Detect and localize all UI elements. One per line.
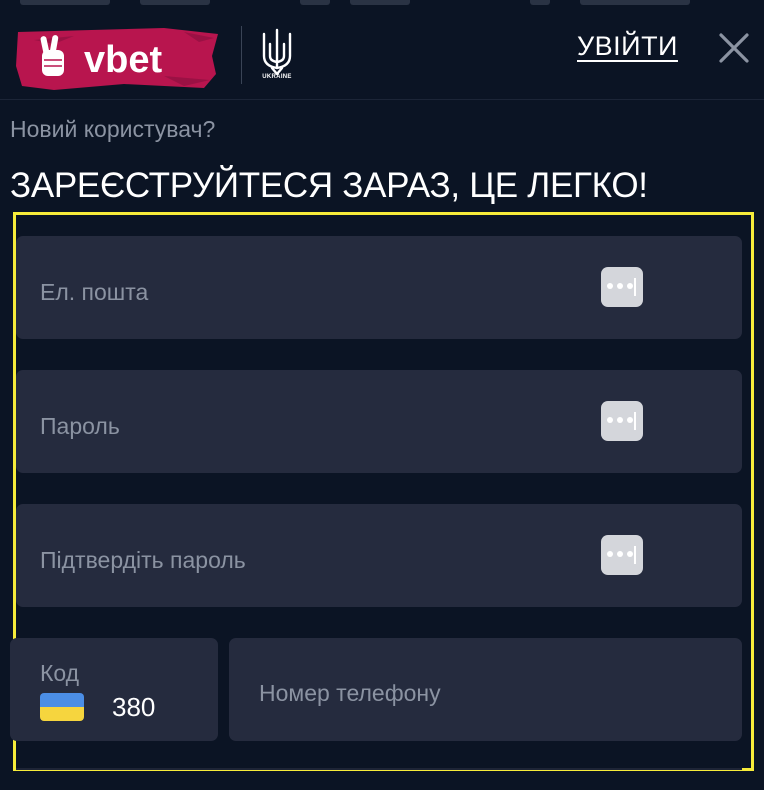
- phone-code-select[interactable]: Код 380: [10, 638, 218, 741]
- confirm-password-field[interactable]: Підтвердіть пароль: [16, 504, 742, 607]
- registration-page: vbet UKRAINE УВІЙТИ Новий користувач? ЗА…: [0, 0, 764, 790]
- phone-number-placeholder: Номер телефону: [259, 680, 441, 706]
- login-link[interactable]: УВІЙТИ: [577, 31, 678, 62]
- password-field[interactable]: Пароль: [16, 370, 742, 473]
- email-field[interactable]: Ел. пошта: [16, 236, 742, 339]
- password-manager-icon[interactable]: [601, 535, 643, 575]
- phone-code-value: 380: [112, 692, 156, 722]
- svg-text:vbet: vbet: [84, 39, 162, 81]
- ukraine-flag-icon: [40, 693, 84, 721]
- email-placeholder: Ел. пошта: [40, 279, 149, 305]
- phone-number-field[interactable]: Номер телефону: [229, 638, 742, 741]
- close-icon[interactable]: [717, 31, 751, 65]
- password-manager-icon[interactable]: [601, 401, 643, 441]
- logo-divider: [241, 26, 242, 84]
- new-user-text: Новий користувач?: [10, 116, 216, 142]
- page-title: ЗАРЕЄСТРУЙТЕСЯ ЗАРАЗ, ЦЕ ЛЕГКО!: [10, 166, 648, 205]
- ukraine-badge-text: UKRAINE: [262, 74, 292, 80]
- header: vbet UKRAINE УВІЙТИ: [0, 0, 764, 100]
- password-manager-icon[interactable]: [601, 267, 643, 307]
- next-field-edge: [16, 768, 742, 770]
- confirm-password-placeholder: Підтвердіть пароль: [40, 547, 246, 573]
- password-placeholder: Пароль: [40, 413, 120, 439]
- vbet-logo[interactable]: vbet: [14, 26, 220, 92]
- phone-code-label: Код: [40, 660, 80, 686]
